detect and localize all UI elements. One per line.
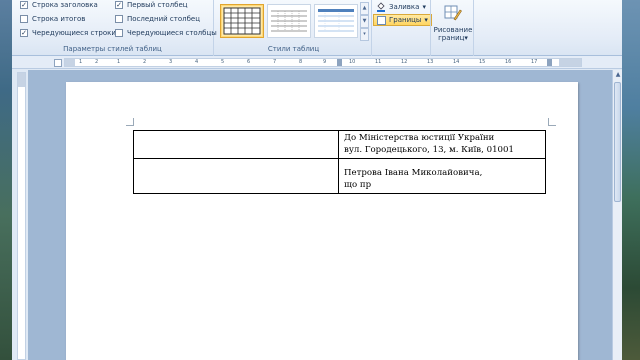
- vertical-scrollbar[interactable]: ▲: [612, 70, 622, 360]
- table-row: Петрова Івана Миколайовича, що пр: [133, 158, 546, 194]
- table-style-thumbnail-plain[interactable]: [267, 4, 311, 38]
- ruler-number: 1: [117, 59, 121, 65]
- checkbox-box[interactable]: ✓: [115, 1, 123, 9]
- ruler-number: 17: [531, 59, 538, 65]
- checkbox-label: Первый столбец: [127, 1, 188, 9]
- checkbox-box[interactable]: ✓: [20, 1, 28, 9]
- scrollbar-thumb[interactable]: [614, 82, 621, 202]
- checkbox-total-row[interactable]: Строка итогов: [20, 15, 85, 23]
- checkbox-label: Строка заголовка: [32, 1, 98, 9]
- draw-borders-button[interactable]: Рисование границ▾: [431, 0, 475, 44]
- page-corner-mark: [126, 118, 134, 126]
- ribbon: ✓ Строка заголовка Строка итогов ✓ Черед…: [12, 0, 622, 56]
- checkbox-banded-rows[interactable]: ✓ Чередующиеся строки: [20, 29, 116, 37]
- checkbox-label: Чередующиеся столбцы: [127, 29, 217, 37]
- document-page[interactable]: До Міністерства юстиції України вул. Гор…: [66, 82, 578, 360]
- ruler-number: 9: [323, 59, 327, 65]
- ruler-number: 5: [221, 59, 225, 65]
- tab-selector[interactable]: [54, 59, 62, 67]
- scroll-up-icon[interactable]: ▲: [613, 70, 622, 80]
- table-row: До Міністерства юстиції України вул. Гор…: [133, 130, 546, 159]
- ruler-number: 4: [195, 59, 199, 65]
- borders-label: Границы: [389, 16, 422, 24]
- ruler-number: 11: [375, 59, 382, 65]
- table-cell-empty[interactable]: [133, 130, 339, 159]
- ruler-right-margin: [559, 59, 581, 66]
- checkbox-label: Строка итогов: [32, 15, 86, 23]
- draw-borders-label-1: Рисование: [433, 26, 473, 34]
- ruler-number: 10: [349, 59, 356, 65]
- horizontal-ruler[interactable]: 1 2 1 2 3 4 5 6 7 8 9 10 11 12 13 14 15 …: [64, 58, 582, 67]
- checkbox-label: Чередующиеся строки: [32, 29, 116, 37]
- ruler-number: 7: [273, 59, 277, 65]
- ruler-number: 6: [247, 59, 251, 65]
- ruler-bar: 1 2 1 2 3 4 5 6 7 8 9 10 11 12 13 14 15 …: [12, 56, 622, 69]
- draw-borders-group: Рисование границ▾: [430, 0, 474, 56]
- ruler-number: 2: [143, 59, 147, 65]
- borders-button[interactable]: Границы ▾: [373, 14, 432, 26]
- checkbox-banded-columns[interactable]: Чередующиеся столбцы: [115, 29, 217, 37]
- ruler-number: 15: [479, 59, 486, 65]
- shading-borders-group: Заливка ▾ Границы ▾: [372, 0, 432, 56]
- chevron-down-icon: ▾: [422, 3, 426, 11]
- checkbox-box[interactable]: [115, 29, 123, 37]
- sender-address-line: що пр: [344, 180, 372, 190]
- styles-gallery-scroll: ▲ ▼ ▾: [360, 2, 369, 41]
- check-icon: ✓: [116, 0, 122, 9]
- document-area: До Міністерства юстиції України вул. Гор…: [28, 70, 612, 360]
- vertical-ruler[interactable]: [17, 72, 26, 360]
- addressee-line: До Міністерства юстиції України: [344, 133, 495, 143]
- table-styles-group: ▲ ▼ ▾ Стили таблиц: [216, 0, 372, 56]
- table-style-thumbnail-light-blue[interactable]: [314, 4, 358, 38]
- table-cell-sender[interactable]: Петрова Івана Миколайовича, що пр: [338, 158, 546, 194]
- table-style-options-group: ✓ Строка заголовка Строка итогов ✓ Черед…: [12, 0, 217, 56]
- table-style-thumbnail-grid[interactable]: [220, 4, 264, 38]
- shading-button[interactable]: Заливка ▾: [373, 1, 429, 13]
- ruler-number: 3: [169, 59, 173, 65]
- ruler-number: 1: [79, 59, 83, 65]
- ruler-right-indent-marker[interactable]: [547, 59, 552, 66]
- ruler-number: 14: [453, 59, 460, 65]
- checkbox-label: Последний столбец: [127, 15, 200, 23]
- draw-borders-label-2: границ: [438, 34, 465, 42]
- paint-bucket-icon: [377, 2, 385, 12]
- checkbox-box[interactable]: ✓: [20, 29, 28, 37]
- table-cell-addressee[interactable]: До Міністерства юстиції України вул. Гор…: [338, 130, 546, 159]
- vertical-ruler-top-margin: [18, 73, 25, 87]
- ruler-number: 8: [299, 59, 303, 65]
- checkbox-box[interactable]: [115, 15, 123, 23]
- sender-name-line: Петрова Івана Миколайовича,: [344, 168, 483, 178]
- ruler-number: 13: [427, 59, 434, 65]
- chevron-down-icon: ▾: [464, 34, 468, 42]
- ruler-number: 12: [401, 59, 408, 65]
- checkbox-first-column[interactable]: ✓ Первый столбец: [115, 1, 188, 9]
- chevron-down-icon: ▾: [424, 16, 428, 24]
- check-icon: ✓: [21, 28, 27, 37]
- address-line: вул. Городецького, 13, м. Київ, 01001: [344, 145, 514, 155]
- ruler-column-marker[interactable]: [337, 59, 342, 66]
- checkbox-header-row[interactable]: ✓ Строка заголовка: [20, 1, 98, 9]
- group-caption-style-options: Параметры стилей таблиц: [63, 45, 162, 53]
- gallery-scroll-up-button[interactable]: ▲: [360, 2, 369, 15]
- ruler-number: 16: [505, 59, 512, 65]
- checkbox-box[interactable]: [20, 15, 28, 23]
- desktop-background-left: [0, 0, 12, 360]
- shading-label: Заливка: [389, 3, 420, 11]
- check-icon: ✓: [21, 0, 27, 9]
- borders-icon: [377, 15, 386, 25]
- ruler-number: 2: [95, 59, 99, 65]
- document-table[interactable]: До Міністерства юстиції України вул. Гор…: [133, 130, 546, 194]
- ruler-left-margin: [65, 59, 75, 66]
- page-corner-mark: [548, 118, 556, 126]
- word-window: ✓ Строка заголовка Строка итогов ✓ Черед…: [12, 0, 622, 360]
- group-caption-table-styles: Стили таблиц: [267, 45, 320, 53]
- checkbox-last-column[interactable]: Последний столбец: [115, 15, 200, 23]
- desktop-background-right: [622, 0, 640, 360]
- table-cell-empty[interactable]: [133, 158, 339, 194]
- gallery-scroll-down-button[interactable]: ▼: [360, 15, 369, 28]
- gallery-more-button[interactable]: ▾: [360, 28, 369, 41]
- pencil-table-icon: [444, 5, 462, 21]
